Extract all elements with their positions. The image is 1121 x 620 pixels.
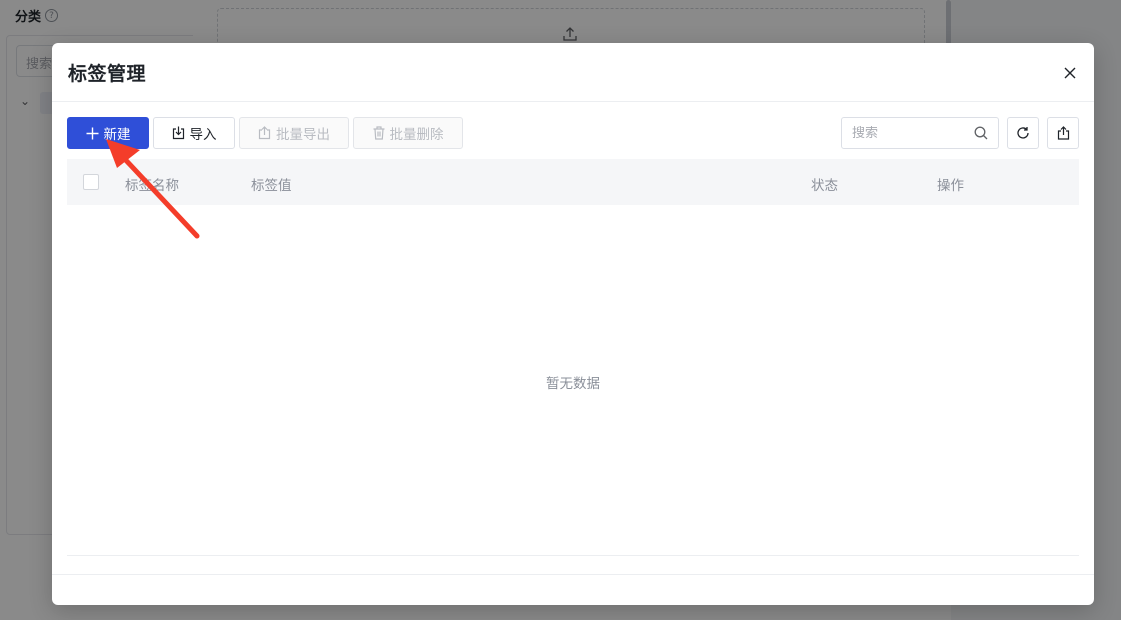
close-icon bbox=[1064, 67, 1076, 79]
export-icon bbox=[258, 126, 271, 140]
column-actions: 操作 bbox=[937, 178, 964, 194]
empty-state-text: 暂无数据 bbox=[546, 376, 600, 392]
select-all-checkbox[interactable] bbox=[83, 174, 99, 190]
column-tag-name[interactable]: 标签名称 bbox=[125, 174, 179, 194]
table-header: 标签名称 标签值 状态 操作 bbox=[67, 159, 1079, 205]
plus-icon bbox=[86, 127, 98, 139]
import-icon bbox=[172, 126, 184, 140]
search-input[interactable] bbox=[852, 125, 972, 141]
refresh-icon bbox=[1017, 127, 1029, 139]
tag-management-dialog: 标签管理 新建 导入 批量导出 批量删除 搜索 标签名称 标签值 状态 操作 暂… bbox=[52, 43, 1094, 605]
import-button[interactable]: 导入 bbox=[153, 117, 235, 149]
column-status[interactable]: 状态 bbox=[811, 174, 838, 194]
batch-delete-button[interactable]: 批量删除 bbox=[353, 117, 463, 149]
new-button[interactable]: 新建 bbox=[67, 117, 149, 149]
toolbar: 新建 导入 批量导出 批量删除 bbox=[67, 117, 1079, 149]
close-button[interactable] bbox=[1060, 63, 1080, 83]
search-icon[interactable] bbox=[974, 126, 988, 140]
batch-export-button[interactable]: 批量导出 bbox=[239, 117, 349, 149]
dialog-footer-divider bbox=[52, 574, 1094, 575]
share-button[interactable] bbox=[1047, 117, 1079, 149]
column-tag-value[interactable]: 标签值 bbox=[251, 174, 292, 194]
table-bottom-divider bbox=[67, 555, 1079, 556]
dialog-header: 标签管理 bbox=[52, 43, 1094, 102]
search-field[interactable] bbox=[841, 117, 999, 149]
refresh-button[interactable] bbox=[1007, 117, 1039, 149]
trash-icon bbox=[373, 126, 384, 140]
dialog-title: 标签管理 bbox=[68, 63, 147, 85]
share-icon bbox=[1057, 126, 1069, 140]
